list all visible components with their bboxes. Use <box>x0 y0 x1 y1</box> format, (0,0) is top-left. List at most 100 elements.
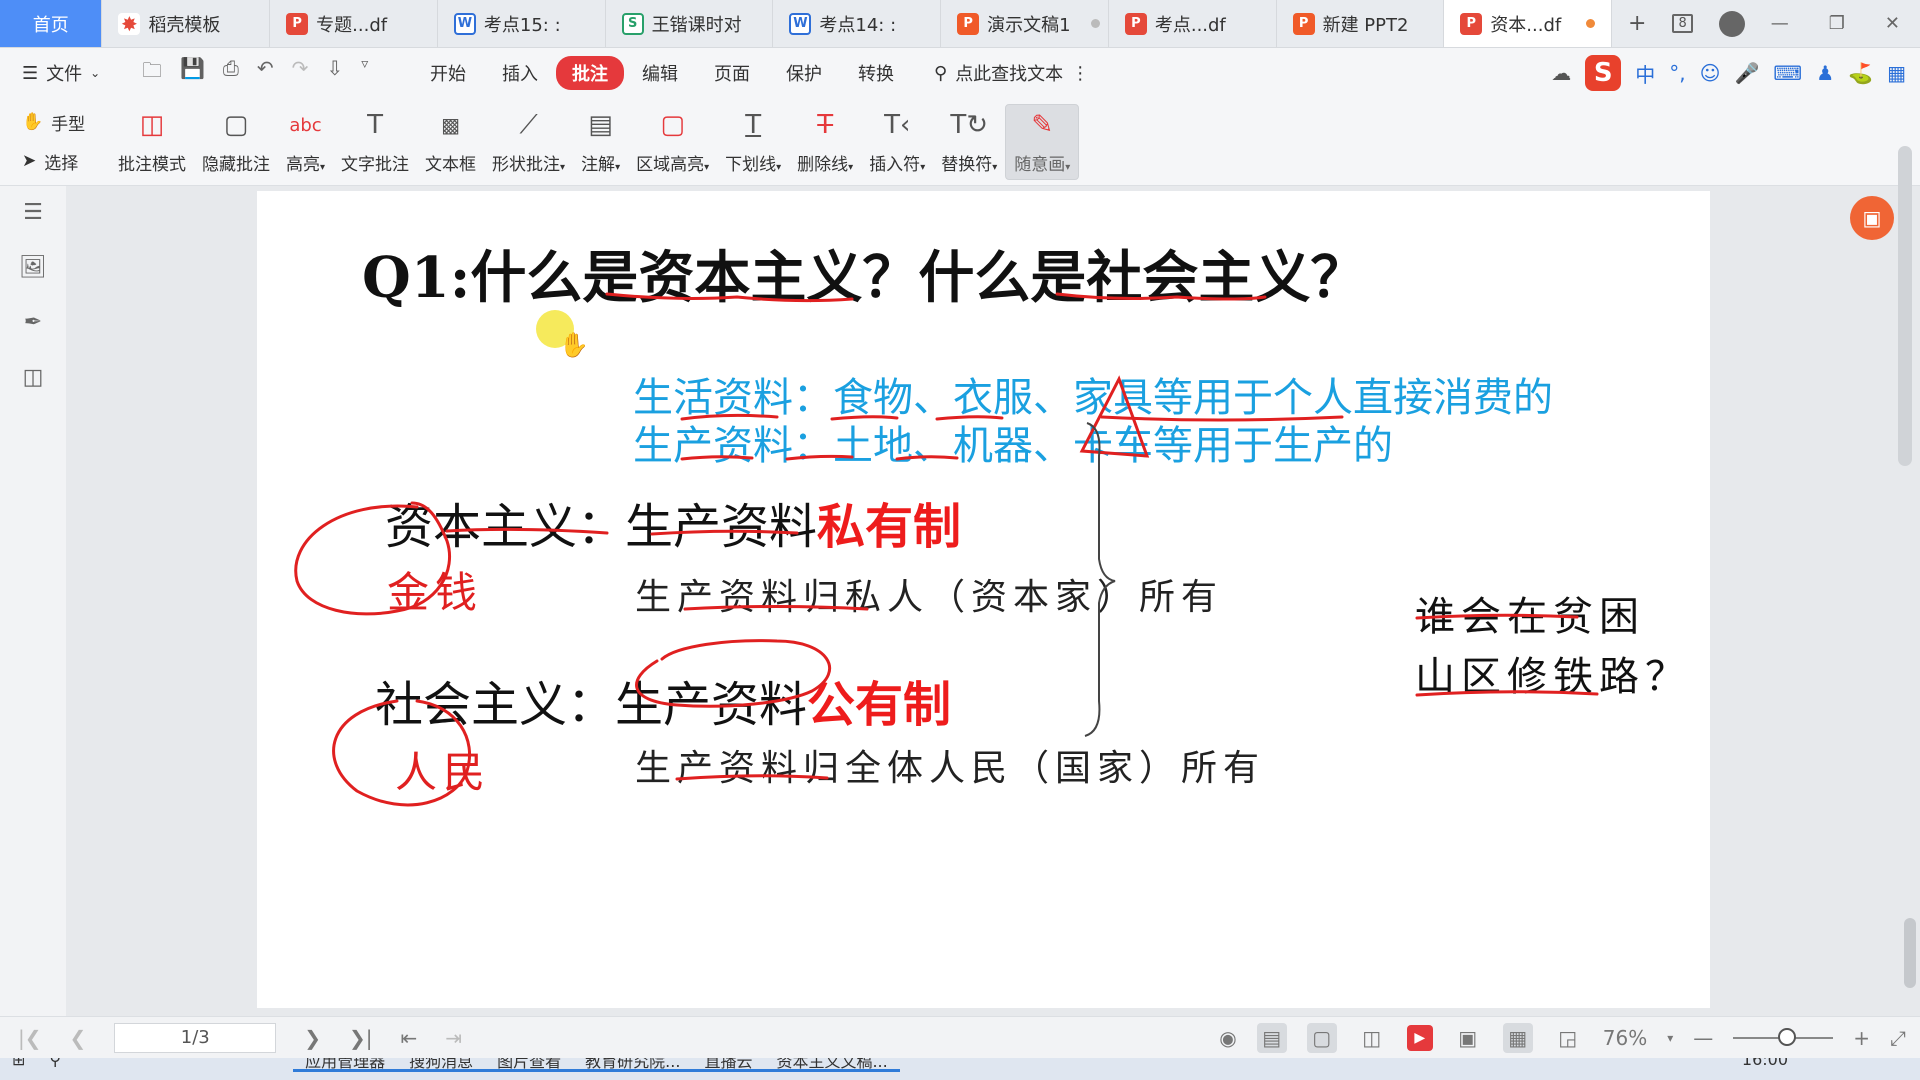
annotation-list-icon[interactable]: ✒ <box>24 310 42 335</box>
hand-tool[interactable]: ✋ 手型 <box>22 110 110 135</box>
tab-document[interactable]: W 考点15: : <box>438 0 606 47</box>
hide-annotation-button[interactable]: ▢ 隐藏批注 <box>194 104 278 180</box>
tab-document[interactable]: W 考点14: : <box>773 0 942 47</box>
highlight-button[interactable]: abc 高亮▾ <box>278 104 333 180</box>
tab-docer-templates[interactable]: ✸ 稻壳模板 <box>102 0 271 47</box>
thumbnail-icon[interactable]: 🖼 <box>19 255 47 280</box>
emoji-icon[interactable]: ☺ <box>1700 61 1721 85</box>
menu-insert[interactable]: 插入 <box>484 60 556 86</box>
actual-size-icon[interactable]: ▣ <box>1453 1023 1483 1053</box>
menu-edit[interactable]: 编辑 <box>624 60 696 86</box>
bookmark-icon[interactable]: ◫ <box>23 365 44 390</box>
menu-annotate[interactable]: 批注 <box>556 56 624 90</box>
page-number-input[interactable]: 1/3 <box>114 1022 277 1053</box>
play-slideshow-icon[interactable]: ▶ <box>1406 1024 1433 1051</box>
zoom-dropdown-icon[interactable]: ▾ <box>1667 1031 1673 1045</box>
scroll-thumb-bottom[interactable] <box>1904 918 1916 988</box>
tab-active-document[interactable]: P 资本...df <box>1444 0 1613 47</box>
skin-icon[interactable]: ⛳ <box>1848 61 1873 85</box>
file-menu[interactable]: ☰ 文件 ⌄ <box>0 60 122 86</box>
start-icon[interactable]: ⊞ <box>0 1058 37 1072</box>
tab-home[interactable]: 首页 <box>0 0 103 47</box>
more-options-icon[interactable]: ⋮ <box>1071 63 1089 84</box>
prev-page-icon[interactable]: ❮ <box>70 1026 87 1050</box>
textbox-button[interactable]: ▩ 文本框 <box>417 104 484 180</box>
vertical-scrollbar[interactable] <box>1898 146 1912 466</box>
save-icon[interactable]: 💾 <box>180 56 205 90</box>
tab-document[interactable]: P 考点...df <box>1109 0 1277 47</box>
user-icon[interactable]: ♟ <box>1816 61 1834 85</box>
pdf-page[interactable]: Q1:什么是资本主义？什么是社会主义？ 生活资料：食物、衣服、家具等用于个人直接… <box>257 191 1710 1008</box>
zoom-slider-knob[interactable] <box>1778 1027 1797 1046</box>
insert-caret-button[interactable]: T‹ 插入符▾ <box>861 104 933 180</box>
tab-document[interactable]: P 演示文稿1 <box>941 0 1109 47</box>
punctuation-icon[interactable]: °, <box>1669 61 1685 85</box>
minimize-icon[interactable]: — <box>1771 13 1789 34</box>
taskbar-app[interactable]: 资本主义文稿... <box>764 1058 900 1072</box>
toolbox-icon[interactable]: ▦ <box>1887 61 1906 85</box>
select-tool[interactable]: ➤ 选择 <box>22 149 110 174</box>
menu-page[interactable]: 页面 <box>696 60 768 86</box>
taskbar-app[interactable]: 教育研究院... <box>573 1058 693 1072</box>
note-button[interactable]: ▤ 注解▾ <box>573 104 628 180</box>
zoom-slider[interactable] <box>1733 1027 1834 1046</box>
menu-convert[interactable]: 转换 <box>840 60 912 86</box>
back-icon[interactable]: ⇤ <box>401 1026 418 1050</box>
zoom-level[interactable]: 76% <box>1603 1026 1647 1050</box>
area-highlight-button[interactable]: ▢ 区域高亮▾ <box>628 104 717 180</box>
clock[interactable]: 16:00 <box>1730 1058 1800 1072</box>
fit-width-icon[interactable]: ◲ <box>1553 1023 1583 1053</box>
tabbar-actions: + 8 — ❐ ✕ <box>1612 0 1920 47</box>
quick-access-toolbar: 🗀 💾 ⎙ ↶ ↷ ⇩ ▿ <box>122 56 412 90</box>
close-icon[interactable]: ✕ <box>1885 13 1900 34</box>
replace-button[interactable]: T↻ 替换符▾ <box>933 104 1005 180</box>
shape-annotation-button[interactable]: ⟋ 形状批注▾ <box>484 104 573 180</box>
underline-button[interactable]: T 下划线▾ <box>717 104 789 180</box>
tool-label: 形状批注 <box>492 155 561 175</box>
eye-protection-icon[interactable]: ◉ <box>1219 1026 1236 1050</box>
new-tab-icon[interactable]: + <box>1628 11 1646 36</box>
menu-protect[interactable]: 保护 <box>768 60 840 86</box>
open-folder-icon[interactable]: 🗀 <box>142 56 162 90</box>
keyboard-icon[interactable]: ⌨ <box>1773 61 1802 85</box>
annotation-mode-button[interactable]: ◫ 批注模式 <box>110 104 194 180</box>
export-icon[interactable]: ⇩ <box>326 56 343 90</box>
print-icon[interactable]: ⎙ <box>223 56 239 90</box>
redo-icon[interactable]: ↷ <box>292 56 309 90</box>
last-page-icon[interactable]: ❯| <box>349 1026 373 1050</box>
menu-start[interactable]: 开始 <box>412 60 484 86</box>
fit-page-icon[interactable]: ▦ <box>1502 1022 1533 1053</box>
tab-document[interactable]: S 王锴课时对 <box>606 0 774 47</box>
undo-icon[interactable]: ↶ <box>257 56 274 90</box>
next-page-icon[interactable]: ❯ <box>304 1026 321 1050</box>
continuous-view-icon[interactable]: ▤ <box>1256 1022 1287 1053</box>
freehand-draw-button[interactable]: ✎ 随意画▾ <box>1005 103 1080 180</box>
outline-icon[interactable]: ☰ <box>23 200 43 225</box>
cloud-sync-icon[interactable]: ☁ <box>1551 61 1571 85</box>
user-avatar[interactable] <box>1718 10 1745 37</box>
taskbar-app[interactable]: 应用管理器 <box>293 1058 398 1072</box>
taskbar-app[interactable]: 搜狗消息 <box>397 1058 486 1072</box>
two-page-view-icon[interactable]: ◫ <box>1357 1023 1387 1053</box>
float-assist-icon[interactable]: ▣ <box>1850 196 1894 240</box>
zoom-out-icon[interactable]: — <box>1693 1026 1713 1050</box>
find-text-box[interactable]: ⚲ 点此查找文本 ⋮ <box>934 60 1089 86</box>
zoom-in-icon[interactable]: + <box>1853 1026 1870 1050</box>
text-annotation-button[interactable]: T 文字批注 <box>333 104 417 180</box>
single-page-view-icon[interactable]: ▢ <box>1306 1022 1337 1053</box>
microphone-icon[interactable]: 🎤 <box>1734 61 1759 85</box>
taskbar-app[interactable]: 直播云 <box>692 1058 765 1072</box>
search-taskbar-icon[interactable]: ⚲ <box>37 1058 73 1072</box>
fullscreen-icon[interactable]: ⤢ <box>1890 1026 1906 1050</box>
tab-count-badge[interactable]: 8 <box>1672 14 1693 33</box>
first-page-icon[interactable]: |❮ <box>18 1026 42 1050</box>
restore-icon[interactable]: ❐ <box>1829 13 1845 34</box>
ime-chinese-toggle[interactable]: 中 <box>1635 59 1655 88</box>
tab-document[interactable]: P 新建 PPT2 <box>1277 0 1445 47</box>
tab-document[interactable]: P 专题...df <box>270 0 438 47</box>
taskbar-app[interactable]: 图片查看 <box>485 1058 574 1072</box>
sogou-ime-icon[interactable]: S <box>1585 55 1622 91</box>
more-dropdown-icon[interactable]: ▿ <box>361 56 368 90</box>
forward-icon[interactable]: ⇥ <box>445 1026 462 1050</box>
strikethrough-button[interactable]: T 删除线▾ <box>789 104 861 180</box>
